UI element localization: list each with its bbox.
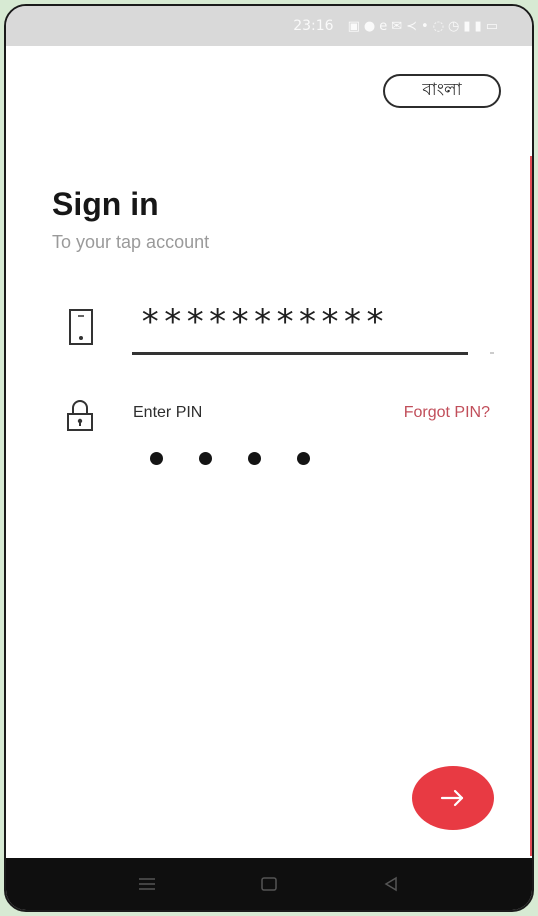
- forgot-pin-link[interactable]: Forgot PIN?: [404, 404, 490, 422]
- language-toggle-button[interactable]: বাংলা: [383, 74, 501, 108]
- pin-dot: [199, 452, 212, 465]
- phone-input-underline-tail: [490, 352, 494, 354]
- next-button[interactable]: [412, 766, 494, 830]
- phone-input-underline: [132, 352, 468, 355]
- navigation-bar: [6, 858, 532, 910]
- lock-icon: [67, 400, 93, 431]
- page-title: Sign in: [52, 186, 159, 222]
- message-icon: ▣: [347, 18, 364, 34]
- pin-dot: [297, 452, 310, 465]
- back-icon[interactable]: [380, 873, 402, 895]
- mail-icon: ✉: [391, 18, 407, 34]
- phone-icon: [69, 309, 93, 345]
- pin-label: Enter PIN: [133, 404, 203, 421]
- status-bar: 23:16 ▣●e✉≺•◌◷▮▮▭: [6, 6, 532, 46]
- status-icons: ▣●e✉≺•◌◷▮▮▭: [348, 19, 502, 34]
- page-subtitle: To your tap account: [52, 232, 210, 252]
- signal-icon: ▮: [463, 18, 475, 34]
- share-icon: ≺: [406, 18, 422, 34]
- browser-icon: e: [379, 18, 392, 34]
- battery-icon: ▭: [485, 18, 502, 34]
- phone-number-input[interactable]: ***********: [140, 302, 387, 342]
- home-icon[interactable]: [258, 873, 280, 895]
- pin-input[interactable]: [150, 452, 310, 465]
- clock-icon: ◷: [448, 18, 464, 34]
- menu-icon[interactable]: [136, 873, 158, 895]
- pin-dot: [248, 452, 261, 465]
- dot-icon: •: [421, 18, 433, 34]
- arrow-right-icon: [440, 789, 464, 807]
- phone-frame: 23:16 ▣●e✉≺•◌◷▮▮▭ বাংলা Sign in To your …: [4, 4, 534, 912]
- signal-icon: ▮: [474, 18, 486, 34]
- pin-dot: [150, 452, 163, 465]
- edge-accent-line: [530, 156, 532, 856]
- alarm-icon: ◌: [432, 18, 449, 34]
- messenger-icon: ●: [363, 18, 380, 34]
- status-time: 23:16: [293, 18, 334, 34]
